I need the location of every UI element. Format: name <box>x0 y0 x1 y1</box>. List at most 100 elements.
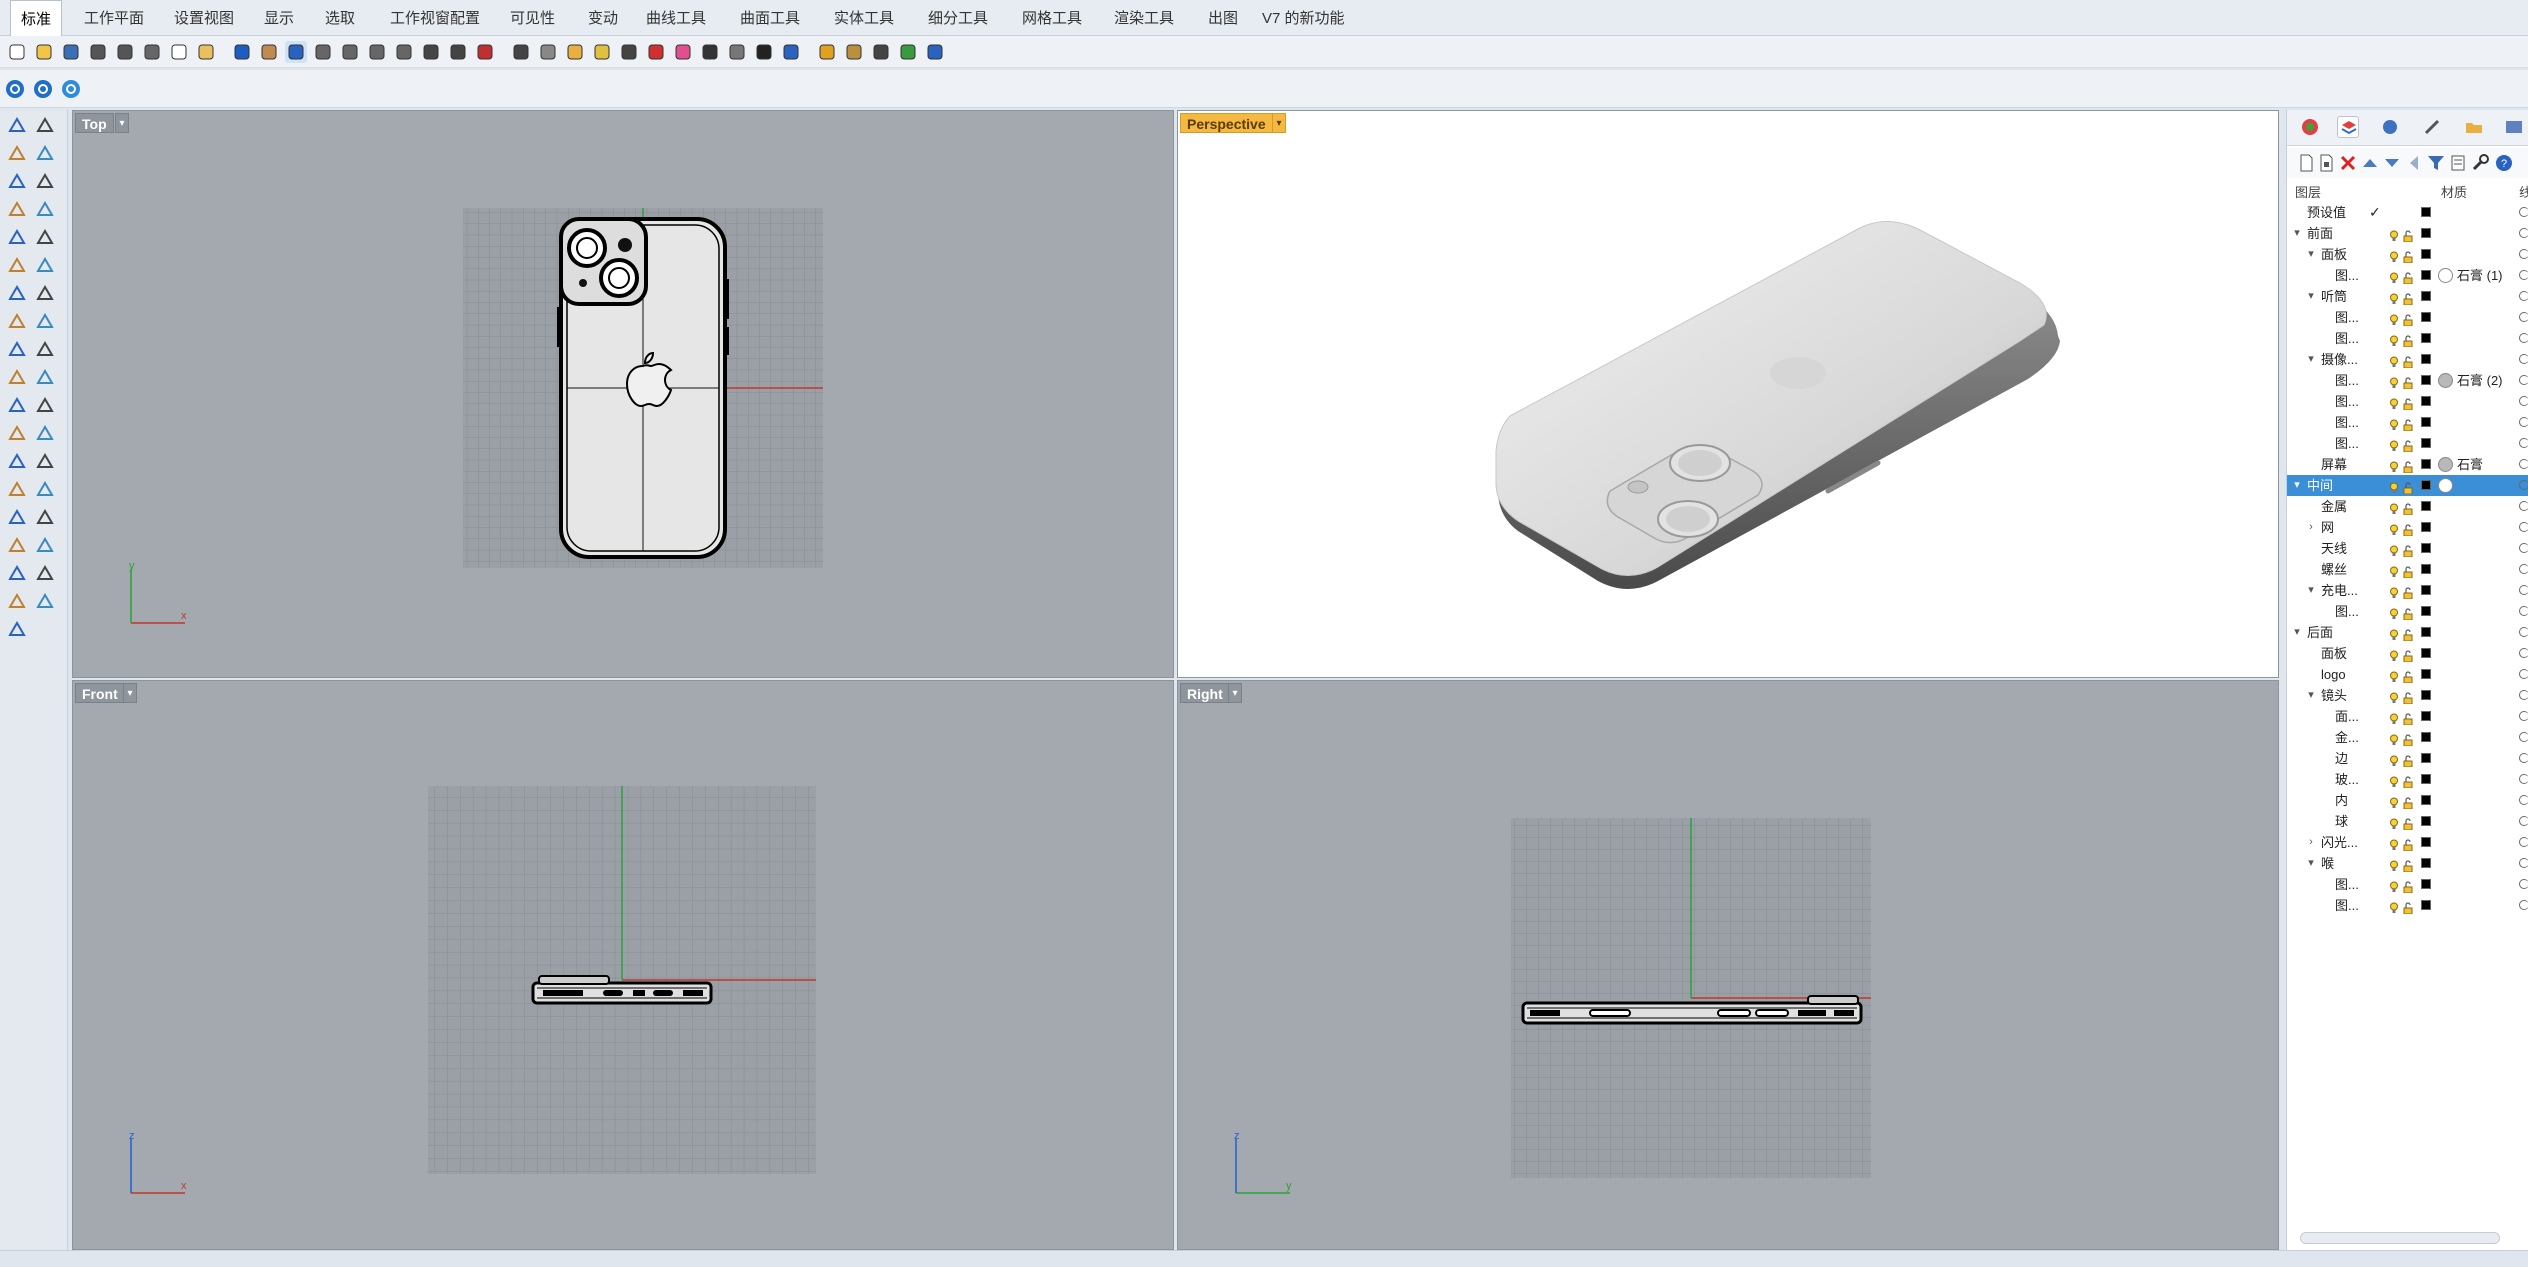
unlocked-icon[interactable] <box>2402 311 2414 327</box>
ribbon-tab[interactable]: 细分工具 <box>918 0 998 36</box>
ribbon-tab[interactable]: 实体工具 <box>824 0 904 36</box>
new-sublayer-icon[interactable] <box>2315 152 2337 174</box>
layer-color-swatch[interactable] <box>2421 879 2431 889</box>
visibility-bulb-icon[interactable] <box>2389 857 2399 871</box>
cylinder-icon[interactable] <box>6 282 28 304</box>
dimension-icon[interactable] <box>6 534 28 556</box>
polygon-icon[interactable] <box>6 226 28 248</box>
layer-row[interactable]: 图... <box>2287 391 2528 412</box>
layer-color-swatch[interactable] <box>2421 396 2431 406</box>
layer-name[interactable]: 闪光... <box>2321 832 2358 853</box>
layer-row[interactable]: 图... <box>2287 895 2528 916</box>
expand-chevron-icon[interactable]: › <box>2305 517 2317 538</box>
linetype-circle[interactable] <box>2519 417 2528 427</box>
linetype-circle[interactable] <box>2519 501 2528 511</box>
viewport-perspective[interactable]: Perspective ▾ <box>1177 110 2279 678</box>
layer-color-swatch[interactable] <box>2421 648 2431 658</box>
copy-icon[interactable] <box>34 450 56 472</box>
ellipse-icon[interactable] <box>34 170 56 192</box>
linetype-circle[interactable] <box>2519 627 2528 637</box>
car-icon[interactable] <box>474 41 496 63</box>
material-name[interactable]: 石膏 (1) <box>2457 265 2503 286</box>
linetype-circle[interactable] <box>2519 900 2528 910</box>
visibility-bulb-icon[interactable] <box>2389 773 2399 787</box>
unlocked-icon[interactable] <box>2402 542 2414 558</box>
layer-color-swatch[interactable] <box>2421 207 2431 217</box>
layer-color-swatch[interactable] <box>2421 795 2431 805</box>
layer-color-swatch[interactable] <box>2421 753 2431 763</box>
layer-color-swatch[interactable] <box>2421 585 2431 595</box>
layer-row[interactable]: › 闪光... <box>2287 832 2528 853</box>
layer-row[interactable]: ▾ 听筒 <box>2287 286 2528 307</box>
ribbon-tab[interactable]: 工作平面 <box>74 0 154 36</box>
layer-row[interactable]: 面板 <box>2287 643 2528 664</box>
layer-color-swatch[interactable] <box>2421 606 2431 616</box>
unlocked-icon[interactable] <box>2402 458 2414 474</box>
layer-name[interactable]: 图... <box>2335 265 2359 286</box>
layer-name[interactable]: 球 <box>2335 811 2348 832</box>
zoom-icon[interactable] <box>312 41 334 63</box>
layer-name[interactable]: 面... <box>2335 706 2359 727</box>
layer-row[interactable]: 玻... <box>2287 769 2528 790</box>
point-icon[interactable] <box>34 114 56 136</box>
linetype-circle[interactable] <box>2519 375 2528 385</box>
pen-icon[interactable] <box>816 41 838 63</box>
layer-color-swatch[interactable] <box>2421 459 2431 469</box>
unlocked-icon[interactable] <box>2402 227 2414 243</box>
sphere-dark-icon[interactable] <box>753 41 775 63</box>
visibility-bulb-icon[interactable] <box>2389 458 2399 472</box>
linetype-circle[interactable] <box>2519 270 2528 280</box>
unlocked-icon[interactable] <box>2402 626 2414 642</box>
unlocked-icon[interactable] <box>2402 437 2414 453</box>
viewport-right[interactable]: y z Right ▾ <box>1177 680 2279 1250</box>
layer-row[interactable]: 内 <box>2287 790 2528 811</box>
linetype-circle[interactable] <box>2519 690 2528 700</box>
layer-name[interactable]: 玻... <box>2335 769 2359 790</box>
visibility-bulb-icon[interactable] <box>2389 269 2399 283</box>
unlocked-icon[interactable] <box>2402 794 2414 810</box>
linetype-circle[interactable] <box>2519 669 2528 679</box>
ribbon-tab[interactable]: 可见性 <box>500 0 565 36</box>
pan-hand-icon[interactable] <box>258 41 280 63</box>
viewport-menu-arrow-icon[interactable]: ▾ <box>123 683 137 703</box>
properties-tab-icon[interactable] <box>2299 116 2321 138</box>
render-icon[interactable] <box>34 562 56 584</box>
unlocked-icon[interactable] <box>2402 815 2414 831</box>
layer-row[interactable]: 金... <box>2287 727 2528 748</box>
visibility-bulb-icon[interactable] <box>2389 290 2399 304</box>
viewport-front[interactable]: x z Front ▾ <box>72 680 1174 1250</box>
collapse-chevron-icon[interactable]: ▾ <box>2305 349 2317 370</box>
layer-name[interactable]: 图... <box>2335 370 2359 391</box>
layer-row[interactable]: 图... <box>2287 601 2528 622</box>
visibility-bulb-icon[interactable] <box>2389 794 2399 808</box>
layer-name[interactable]: 喉 <box>2321 853 2334 874</box>
unlocked-icon[interactable] <box>2402 353 2414 369</box>
layer-color-swatch[interactable] <box>2421 291 2431 301</box>
trim-icon[interactable] <box>6 394 28 416</box>
visibility-bulb-icon[interactable] <box>2389 332 2399 346</box>
linetype-circle[interactable] <box>2519 312 2528 322</box>
unlocked-icon[interactable] <box>2402 857 2414 873</box>
collapse-chevron-icon[interactable]: ▾ <box>2305 580 2317 601</box>
unlocked-icon[interactable] <box>2402 290 2414 306</box>
layer-row[interactable]: 螺丝 <box>2287 559 2528 580</box>
layer-row[interactable]: ▾ 后面 <box>2287 622 2528 643</box>
color-wheel-icon[interactable] <box>672 41 694 63</box>
layer-color-swatch[interactable] <box>2421 228 2431 238</box>
layer-name[interactable]: 前面 <box>2307 223 2333 244</box>
linetype-circle[interactable] <box>2519 249 2528 259</box>
linetype-circle[interactable] <box>2519 354 2528 364</box>
circle-icon[interactable] <box>6 170 28 192</box>
layer-row[interactable]: 球 <box>2287 811 2528 832</box>
visibility-bulb-icon[interactable] <box>2389 521 2399 535</box>
layer-name[interactable]: 镜头 <box>2321 685 2347 706</box>
select-arrow-icon[interactable] <box>6 114 28 136</box>
layer-name[interactable]: 面板 <box>2321 643 2347 664</box>
linetype-circle[interactable] <box>2519 438 2528 448</box>
layer-icon[interactable] <box>34 590 56 612</box>
linetype-circle[interactable] <box>2519 753 2528 763</box>
extrude-icon[interactable] <box>6 310 28 332</box>
polyline-icon[interactable] <box>6 142 28 164</box>
globe-icon[interactable] <box>780 41 802 63</box>
linetype-circle[interactable] <box>2519 711 2528 721</box>
